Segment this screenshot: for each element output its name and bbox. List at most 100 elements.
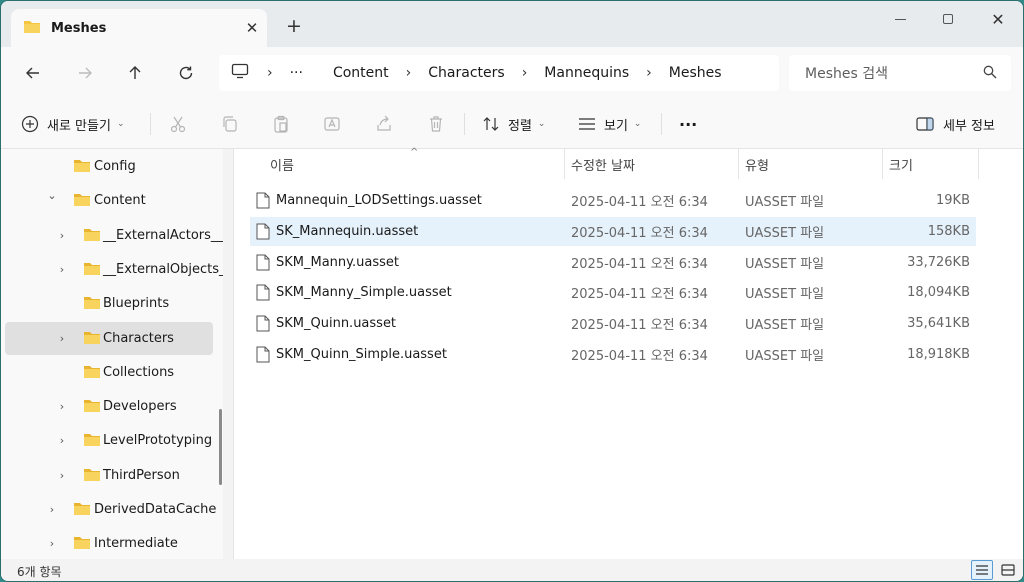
chevron-down-icon[interactable]: ⌄ [45,189,59,202]
computer-icon [231,63,249,83]
details-pane-button[interactable]: 세부 정보 [916,109,995,139]
file-name: SKM_Manny_Simple.uasset [276,285,452,301]
sidebar-item[interactable]: Config [5,150,213,183]
arrow-left-icon [26,67,39,79]
sidebar-item-label: Intermediate [94,536,178,552]
chevron-right-icon[interactable]: › [646,65,652,81]
sidebar-item[interactable]: Collections [5,356,213,389]
rename-button[interactable] [323,109,341,139]
navigation-scrollbar[interactable] [219,409,222,485]
file-row[interactable]: SKM_Quinn_Simple.uasset 2025-04-11 오전 6:3… [250,340,976,369]
file-size: 33,726KB [907,254,970,270]
file-icon [256,254,270,275]
breadcrumb-mannequins[interactable]: Mannequins [544,65,629,81]
tab-title: Meshes [51,20,107,36]
file-name: Mannequin_LODSettings.uasset [276,193,482,208]
details-pane-label: 세부 정보 [943,118,995,134]
up-button[interactable] [121,59,149,87]
arrow-right-icon [79,67,92,79]
file-row[interactable]: Mannequin_LODSettings.uasset 2025-04-11 오… [250,186,976,215]
delete-button[interactable] [427,109,445,139]
details-view-icon [976,565,988,575]
tiles-view-button[interactable] [997,560,1019,580]
maximize-button[interactable] [923,1,973,37]
breadcrumb-characters[interactable]: Characters [428,65,504,81]
folder-icon [83,365,101,383]
search-input[interactable]: Meshes 검색 [789,55,1011,91]
share-button[interactable] [375,109,393,139]
column-header-size[interactable]: 크기 [889,149,913,179]
chevron-right-icon[interactable]: › [406,65,412,81]
file-row[interactable]: SKM_Manny.uasset 2025-04-11 오전 6:34 UASSET… [250,248,976,277]
item-count: 6개 항목 [17,564,62,579]
sidebar-item[interactable]: › ThirdPerson [5,459,213,492]
more-options-button[interactable]: ··· [679,109,697,139]
sidebar-item[interactable]: › LevelPrototyping [5,424,213,457]
breadcrumb-content[interactable]: Content [333,65,389,81]
close-tab-icon[interactable]: ✕ [237,19,267,37]
details-view-button[interactable] [971,560,993,580]
column-divider[interactable] [564,149,565,179]
address-bar[interactable]: › ··· Content › Characters › Mannequins … [219,55,779,91]
folder-icon [83,331,101,349]
chevron-right-icon[interactable]: › [55,400,69,413]
chevron-right-icon[interactable]: › [55,434,69,447]
chevron-right-icon[interactable]: › [55,469,69,482]
cut-button[interactable] [169,109,187,139]
view-list-icon [579,118,595,130]
column-divider[interactable] [882,149,883,179]
view-button[interactable]: 보기 ⌄ [578,109,641,139]
column-divider[interactable] [978,149,979,179]
chevron-right-icon[interactable]: › [55,332,69,345]
file-row[interactable]: SKM_Quinn.uasset 2025-04-11 오전 6:34 UASSET… [250,309,976,338]
cut-icon [170,116,186,133]
sidebar-item[interactable]: › __ExternalObjects__ [5,253,223,286]
column-divider[interactable] [738,149,739,179]
sidebar-item[interactable]: › Intermediate [5,527,213,559]
search-placeholder: Meshes 검색 [805,66,888,82]
column-header-date[interactable]: 수정한 날짜 [571,149,635,179]
new-button[interactable]: 새로 만들기 ⌄ [21,109,124,139]
refresh-button[interactable] [172,59,200,87]
column-header-name[interactable]: 이름 [270,149,294,179]
folder-icon [83,228,101,246]
chevron-right-icon[interactable]: › [55,229,69,242]
sidebar-item-label: Collections [103,364,175,380]
copy-icon [223,116,237,132]
sort-button[interactable]: 정렬 ⌄ [482,109,545,139]
chevron-right-icon[interactable]: › [55,263,69,276]
sidebar-item[interactable]: › DerivedDataCache [5,493,217,526]
folder-icon [83,433,101,451]
folder-icon [83,296,101,314]
close-window-button[interactable]: ✕ [973,1,1023,37]
status-bar: 6개 항목 [1,559,1023,581]
chevron-right-icon[interactable]: › [45,537,59,550]
sidebar-item[interactable]: › __ExternalActors__ [5,219,223,252]
paste-button[interactable] [272,109,290,139]
minimize-button[interactable] [875,1,925,37]
command-bar: 새로 만들기 ⌄ 정렬 ⌄ 보기 ⌄ ··· 세부 정보 [1,99,1023,149]
column-size-label: 크기 [889,158,913,174]
forward-button[interactable] [71,59,99,87]
column-header-type[interactable]: 유형 [745,149,769,179]
chevron-right-icon[interactable]: › [522,65,528,81]
chevron-right-icon: › [267,65,273,81]
new-tab-button[interactable]: + [281,13,307,39]
file-row[interactable]: SK_Mannequin.uasset 2025-04-11 오전 6:34 UAS… [250,216,976,246]
sidebar-item-label: Content [94,193,146,209]
breadcrumb-overflow[interactable]: ··· [290,65,303,81]
copy-button[interactable] [221,109,239,139]
tab-meshes[interactable]: Meshes ✕ [11,9,267,47]
sidebar-item[interactable]: › Characters [5,321,213,355]
file-icon [256,223,270,244]
sidebar-item[interactable]: ⌄ Content [5,184,213,217]
sidebar-item[interactable]: Blueprints [5,287,213,320]
file-name: SKM_Manny.uasset [276,254,399,270]
chevron-right-icon[interactable]: › [45,503,59,516]
file-icon [256,284,270,305]
sidebar-item[interactable]: › Developers [5,390,213,423]
file-row[interactable]: SKM_Manny_Simple.uasset 2025-04-11 오전 6:3… [250,278,976,307]
breadcrumb-meshes[interactable]: Meshes [669,65,722,81]
refresh-icon [179,66,193,80]
back-button[interactable] [19,59,47,87]
